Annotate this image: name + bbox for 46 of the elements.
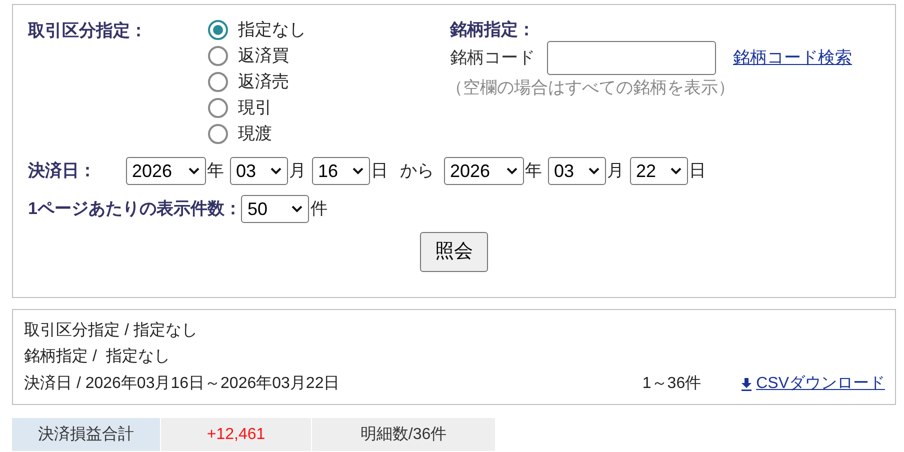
radio-button[interactable] bbox=[208, 20, 228, 40]
date-unit: 年 bbox=[207, 160, 224, 182]
dropdown[interactable]: 2026 bbox=[126, 157, 206, 185]
summary-line: 決済日 / 2026年03月16日～2026年03月22日 bbox=[24, 374, 340, 394]
date-unit: 月 bbox=[289, 160, 306, 182]
dropdown[interactable]: 03 bbox=[230, 157, 288, 185]
radio-button[interactable] bbox=[208, 46, 228, 66]
field-label: 銘柄指定： bbox=[450, 19, 536, 41]
result-count: 1～36件 bbox=[642, 374, 702, 394]
date-unit: 日 bbox=[689, 160, 706, 182]
radio-option[interactable]: 指定なし bbox=[208, 17, 450, 43]
dropdown[interactable]: 22 bbox=[630, 157, 688, 185]
dropdown[interactable]: 16 bbox=[312, 157, 370, 185]
summary-line: 取引区分指定 / 指定なし bbox=[24, 320, 198, 341]
chevron-down-icon bbox=[270, 167, 282, 175]
submit-button[interactable]: 照会 bbox=[420, 232, 488, 272]
field-label: 決済日： bbox=[28, 160, 97, 182]
chevron-down-icon bbox=[506, 167, 518, 175]
summary-line: 銘柄指定 / 指定なし bbox=[24, 346, 170, 367]
chevron-down-icon bbox=[588, 167, 600, 175]
code-label: 銘柄コード bbox=[450, 47, 535, 70]
field-label: 取引区分指定： bbox=[28, 20, 148, 42]
field-label: 1ページあたりの表示件数： bbox=[28, 198, 242, 220]
radio-option[interactable]: 現渡 bbox=[208, 121, 450, 147]
radio-option[interactable]: 返済買 bbox=[208, 43, 450, 69]
chevron-down-icon bbox=[670, 167, 682, 175]
chevron-down-icon bbox=[352, 167, 364, 175]
dropdown[interactable]: 03 bbox=[548, 157, 606, 185]
dropdown[interactable]: 50 bbox=[241, 195, 310, 223]
date-unit: 日 bbox=[371, 160, 388, 182]
dropdown[interactable]: 2026 bbox=[444, 157, 524, 185]
stock-code-field[interactable] bbox=[547, 41, 716, 75]
radio-button[interactable] bbox=[208, 72, 228, 92]
date-unit: 月 bbox=[607, 160, 624, 182]
date-unit: 年 bbox=[525, 160, 542, 182]
total-value: +12,461 bbox=[161, 418, 311, 451]
unit-text: 件 bbox=[310, 198, 328, 220]
code-search-link[interactable]: 銘柄コード検索 bbox=[733, 45, 852, 71]
radio-button[interactable] bbox=[208, 98, 228, 118]
chevron-down-icon bbox=[291, 205, 304, 213]
total-label: 決済損益合計 bbox=[12, 418, 160, 451]
radio-button[interactable] bbox=[208, 124, 228, 144]
chevron-down-icon bbox=[188, 167, 200, 175]
download-icon bbox=[741, 378, 752, 390]
separator-text: から bbox=[400, 160, 434, 182]
detail-count: 明細数/36件 bbox=[312, 418, 495, 451]
